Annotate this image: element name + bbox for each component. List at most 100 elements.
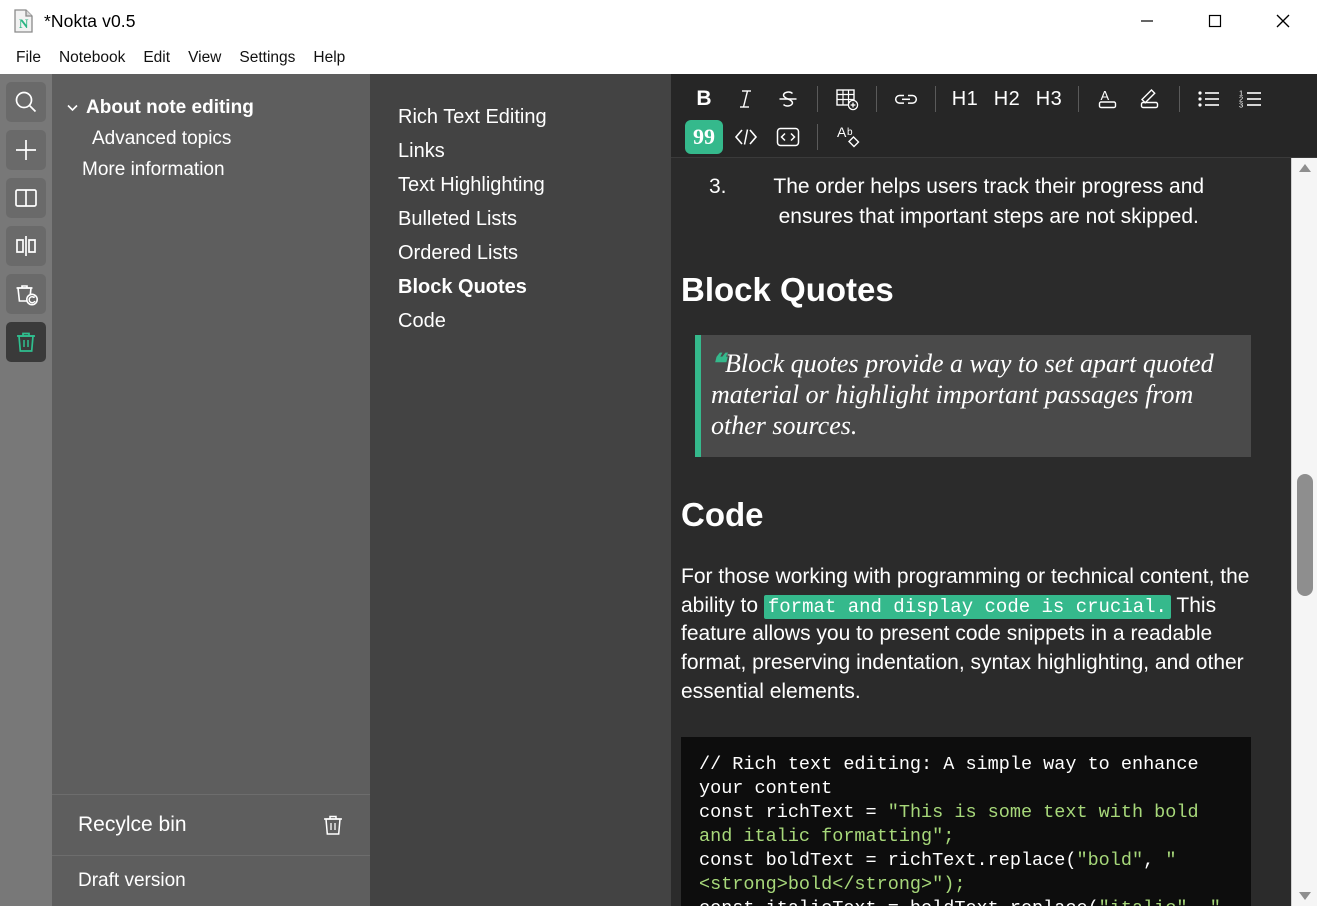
restore-trash-icon[interactable] (6, 274, 46, 314)
window-controls (1113, 0, 1317, 42)
blockquote-text-wrap: ❝Block quotes provide a way to set apart… (711, 349, 1231, 441)
maximize-button[interactable] (1181, 0, 1249, 42)
close-button[interactable] (1249, 0, 1317, 42)
code-line-1: // Rich text editing: A simple way to en… (699, 753, 1210, 799)
h1-label: H1 (951, 87, 979, 110)
note-content[interactable]: 3. The order helps users track their pro… (671, 158, 1291, 906)
bold-label: B (696, 87, 712, 110)
code-line-4-string-1: "italic" (1099, 898, 1188, 906)
menu-item-view[interactable]: View (180, 46, 229, 70)
code-line-4-mid: , (1188, 898, 1210, 906)
window-title: *Nokta v0.5 (44, 10, 136, 31)
note-document-icon: N (13, 9, 34, 33)
tree-item-about-note-editing[interactable]: About note editing (52, 92, 370, 123)
code-line-3-pre: const boldText = richText.replace( (699, 849, 1077, 871)
toolbar-row-1: B H1 H2 H3 A 1 2 3 (671, 80, 1317, 118)
main-body: About note editing Advanced topics More … (0, 74, 1317, 906)
inline-code-icon[interactable] (727, 120, 765, 154)
ordered-list-icon[interactable]: 1 2 3 (1232, 82, 1270, 116)
section-heading-block-quotes: Block Quotes (681, 270, 894, 308)
heading-2-icon[interactable]: H2 (988, 82, 1026, 116)
trash-icon[interactable] (320, 811, 346, 839)
trash-icon[interactable] (6, 322, 46, 362)
recycle-bin-item-draft-version[interactable]: Draft version (52, 856, 370, 906)
toolbar-row-2: 99 A b (671, 118, 1317, 156)
code-line-4-string-2: " (1210, 898, 1221, 906)
menu-item-file[interactable]: File (8, 46, 49, 70)
quote-mark-icon: ❝ (711, 349, 725, 379)
toolbar-divider (1078, 86, 1079, 112)
code-line-3-string-1: "bold" (1076, 849, 1144, 871)
note-inner: 3. The order helps users track their pro… (681, 172, 1251, 906)
clear-formatting-icon[interactable]: A b (828, 120, 868, 154)
blockquote-label: 99 (693, 124, 715, 149)
icon-rail (0, 74, 52, 906)
section-heading-code: Code (681, 496, 764, 534)
chevron-down-icon[interactable] (64, 100, 80, 115)
code-line-2-post: ; (943, 825, 955, 847)
heading-3-icon[interactable]: H3 (1030, 82, 1068, 116)
notes-tree-panel: About note editing Advanced topics More … (52, 74, 370, 906)
menu-bar: File Notebook Edit View Settings Help (0, 42, 1317, 74)
strikethrough-icon[interactable] (769, 82, 807, 116)
ordered-list-item: 3. The order helps users track their pro… (681, 172, 1251, 232)
code-block[interactable]: // Rich text editing: A simple way to en… (681, 736, 1251, 906)
blockquote-text: Block quotes provide a way to set apart … (711, 349, 1214, 440)
editor-scrollbar[interactable] (1291, 158, 1317, 906)
text-color-icon[interactable]: A (1089, 82, 1127, 116)
title-bar: N *Nokta v0.5 (0, 0, 1317, 42)
toc-item-code[interactable]: Code (398, 304, 671, 338)
toc-item-links[interactable]: Links (398, 134, 671, 168)
svg-text:3: 3 (1239, 101, 1243, 110)
menu-item-help[interactable]: Help (305, 46, 353, 70)
code-line-3-mid: , (1143, 849, 1166, 871)
minimize-button[interactable] (1113, 0, 1181, 42)
code-block-icon[interactable] (769, 120, 807, 154)
list-item-text: The order helps users track their progre… (773, 175, 1205, 228)
recycle-bin-title: Recylce bin (78, 813, 187, 836)
toolbar-divider (817, 86, 818, 112)
highlighter-icon[interactable] (1131, 82, 1169, 116)
plus-icon[interactable] (6, 130, 46, 170)
book-icon[interactable] (6, 178, 46, 218)
link-icon[interactable] (887, 82, 925, 116)
scroll-up-icon[interactable] (1292, 158, 1317, 178)
toc-item-ordered-lists[interactable]: Ordered Lists (398, 236, 671, 270)
blockquote: ❝Block quotes provide a way to set apart… (695, 335, 1251, 458)
menu-item-edit[interactable]: Edit (135, 46, 178, 70)
scrollbar-track[interactable] (1292, 178, 1317, 886)
notes-tree: About note editing Advanced topics More … (52, 74, 370, 185)
tree-item-label: About note editing (86, 96, 254, 118)
h2-label: H2 (993, 87, 1021, 110)
toolbar-divider (876, 86, 877, 112)
menu-item-notebook[interactable]: Notebook (51, 46, 133, 70)
toc-item-text-highlighting[interactable]: Text Highlighting (398, 168, 671, 202)
svg-text:A: A (1101, 88, 1110, 103)
bulleted-list-icon[interactable] (1190, 82, 1228, 116)
svg-text:N: N (19, 16, 29, 31)
tree-item-label: Advanced topics (92, 127, 232, 149)
tree-item-more-information[interactable]: More information (52, 154, 370, 185)
search-icon[interactable] (6, 82, 46, 122)
blockquote-icon[interactable]: 99 (685, 120, 723, 154)
split-view-icon[interactable] (6, 226, 46, 266)
toc-item-bulleted-lists[interactable]: Bulleted Lists (398, 202, 671, 236)
code-line-4-pre: const italicText = boldText.replace( (699, 898, 1099, 906)
heading-1-icon[interactable]: H1 (946, 82, 984, 116)
toc-item-block-quotes[interactable]: Block Quotes (398, 270, 671, 304)
tree-item-label: More information (82, 158, 225, 180)
content-wrapper: 3. The order helps users track their pro… (671, 158, 1317, 906)
recycle-bin-header: Recylce bin (52, 794, 370, 856)
menu-item-settings[interactable]: Settings (231, 46, 303, 70)
tree-item-advanced-topics[interactable]: Advanced topics (52, 123, 370, 154)
bold-icon[interactable]: B (685, 82, 723, 116)
insert-table-icon[interactable] (828, 82, 866, 116)
italic-icon[interactable] (727, 82, 765, 116)
toc-item-rich-text-editing[interactable]: Rich Text Editing (398, 100, 671, 134)
app-window: N *Nokta v0.5 File Notebook Edit View Se… (0, 0, 1317, 906)
scroll-down-icon[interactable] (1292, 886, 1317, 906)
scrollbar-thumb[interactable] (1297, 474, 1313, 596)
svg-text:b: b (847, 127, 853, 138)
title-bar-left: N *Nokta v0.5 (0, 9, 136, 33)
